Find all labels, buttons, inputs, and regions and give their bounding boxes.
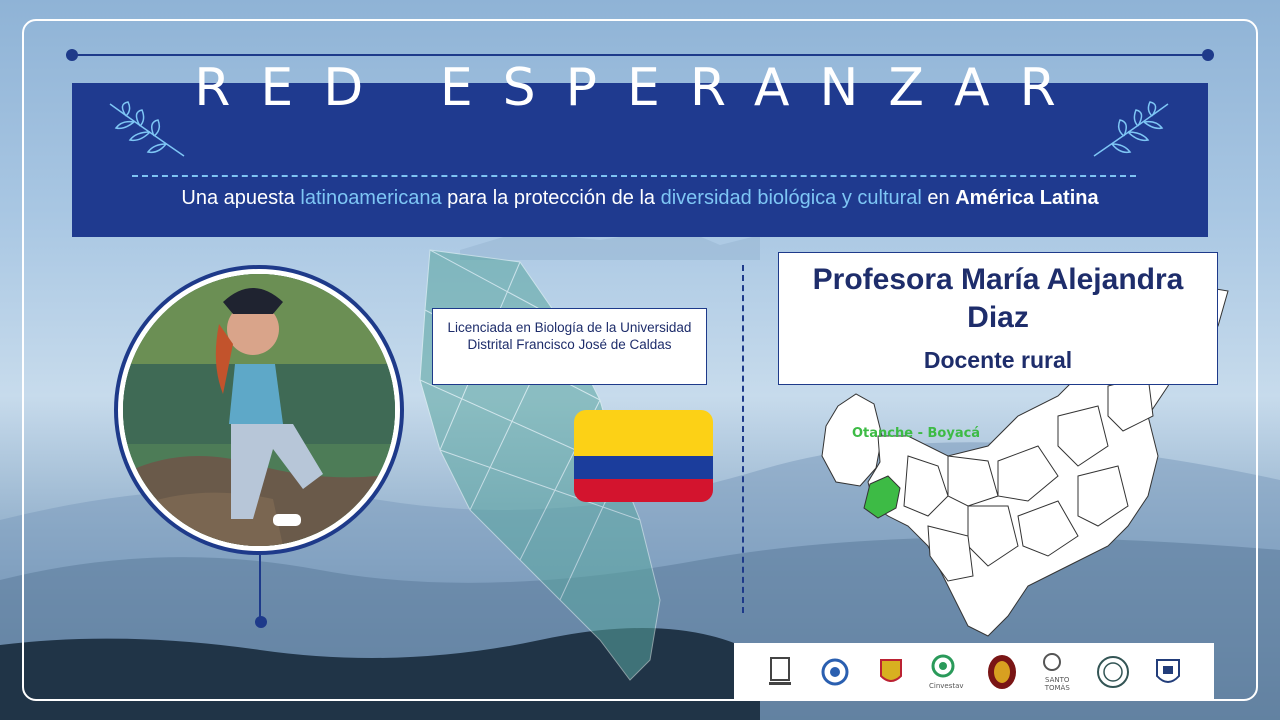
cinvestav-logo: Cinvestav — [928, 653, 964, 691]
leaf-branch-icon — [1093, 101, 1169, 157]
portrait-connector-dot — [255, 616, 267, 628]
subtitle-highlight: latinoamericana — [300, 187, 442, 209]
page-title: RED ESPERANZAR — [194, 58, 1086, 118]
page-subtitle: Una apuesta latinoamericana para la prot… — [72, 187, 1208, 210]
colombia-flag-icon — [574, 410, 713, 502]
flag-blue-stripe — [574, 456, 713, 479]
university-shield-logo — [1151, 653, 1185, 691]
flag-red-stripe — [574, 479, 713, 502]
university-pedagogica-logo — [818, 653, 852, 691]
partner-logos-strip: Cinvestav SANTO TOMÁS — [734, 643, 1214, 701]
university-seal-logo — [985, 653, 1019, 691]
portrait-connector — [259, 555, 261, 621]
subtitle-highlight: diversidad biológica y cultural — [660, 187, 922, 209]
subtitle-text: Una apuesta — [181, 187, 301, 209]
cinvestav-logo-text: Cinvestav — [928, 682, 964, 690]
degree-caption: Licenciada en Biología de la Universidad… — [432, 308, 707, 385]
subtitle-text: en — [921, 187, 956, 209]
university-distrital-logo — [763, 653, 797, 691]
flag-yellow-stripe — [574, 410, 713, 456]
leaf-branch-icon — [109, 101, 185, 157]
university-circle-seal-logo — [1096, 653, 1130, 691]
university-nariño-logo — [874, 653, 908, 691]
profile-name: Profesora María Alejandra Diaz — [812, 263, 1184, 334]
profile-name-card: Profesora María Alejandra Diaz Docente r… — [778, 252, 1218, 385]
santo-tomas-logo: SANTO TOMÁS — [1040, 653, 1074, 692]
subtitle-text: para la protección de la — [441, 187, 661, 209]
subtitle-strong: América Latina — [955, 187, 1099, 209]
top-rule — [70, 54, 1210, 56]
map-location-label: Otanche - Boyacá — [852, 426, 981, 441]
portrait-photo — [123, 274, 395, 546]
vertical-dashed-divider — [742, 265, 744, 613]
header-dashed-divider — [132, 175, 1136, 177]
profile-role: Docente rural — [923, 347, 1073, 373]
santo-tomas-logo-text: SANTO TOMÁS — [1044, 676, 1070, 692]
